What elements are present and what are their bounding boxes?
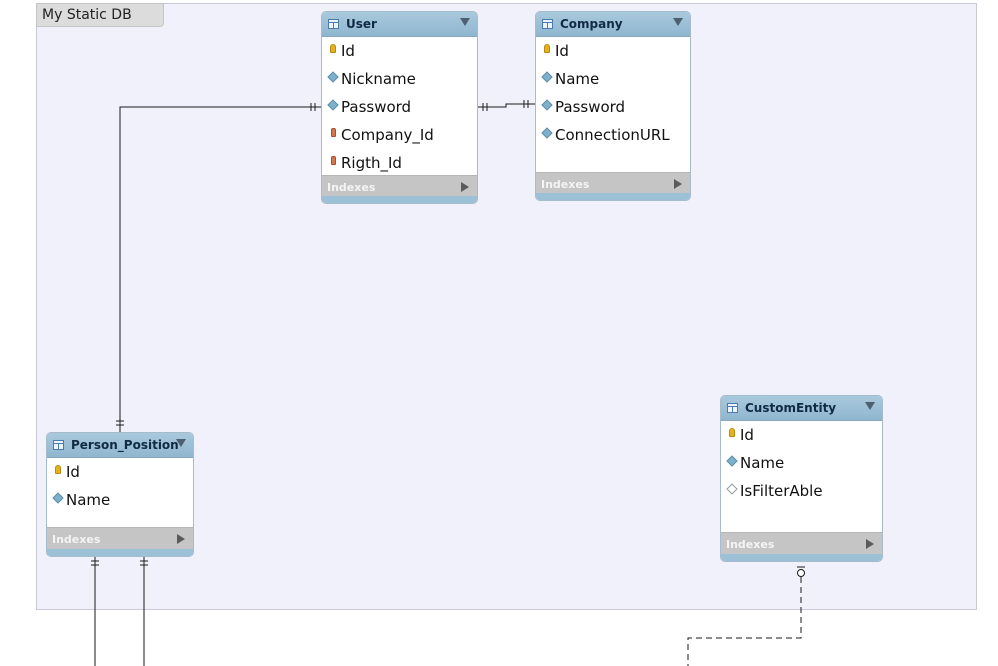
column-label: Id: [555, 42, 569, 60]
column-id[interactable]: Id: [47, 458, 193, 486]
table-icon: [542, 19, 553, 29]
collapse-triangle-icon[interactable]: [673, 18, 683, 26]
primary-key-icon: [724, 427, 740, 440]
indexes-label: Indexes: [726, 537, 775, 551]
indexes-bar[interactable]: Indexes: [47, 527, 193, 550]
column-diamond-icon: [539, 71, 555, 83]
expand-triangle-icon[interactable]: [461, 182, 469, 192]
indexes-label: Indexes: [327, 180, 376, 194]
table-header[interactable]: User: [322, 12, 477, 37]
column-label: Password: [555, 98, 626, 116]
column-is-filter-able[interactable]: IsFilterAble: [721, 477, 882, 505]
table-name: CustomEntity: [745, 401, 837, 415]
indexes-bar[interactable]: Indexes: [721, 532, 882, 555]
relation-person-position-down-1[interactable]: [91, 556, 99, 666]
table-icon: [727, 403, 738, 413]
column-label: Name: [740, 454, 785, 472]
collapse-triangle-icon[interactable]: [176, 439, 186, 447]
column-label: Id: [66, 463, 80, 481]
column-diamond-icon: [539, 99, 555, 111]
column-label: Name: [555, 70, 600, 88]
nullable-column-diamond-icon: [724, 483, 740, 495]
column-label: Nickname: [341, 70, 416, 88]
diagram-canvas: My Static DB User Id Nickname Password C…: [0, 0, 998, 666]
column-list: Id Name: [47, 458, 193, 514]
table-header[interactable]: Person_Position: [47, 433, 193, 458]
relation-user-company[interactable]: [478, 100, 535, 111]
indexes-bar[interactable]: Indexes: [536, 172, 690, 195]
table-footer: [721, 554, 882, 561]
column-connection-url[interactable]: ConnectionURL: [536, 121, 690, 149]
relation-user-person-position[interactable]: [116, 103, 321, 432]
column-id[interactable]: Id: [721, 421, 882, 449]
indexes-label: Indexes: [52, 532, 101, 546]
relation-person-position-down-2[interactable]: [140, 556, 148, 666]
table-footer: [536, 193, 690, 200]
column-label: IsFilterAble: [740, 482, 823, 500]
column-list: Id Name IsFilterAble: [721, 421, 882, 505]
expand-triangle-icon[interactable]: [674, 179, 682, 189]
collapse-triangle-icon[interactable]: [865, 402, 875, 410]
table-name: Person_Position: [71, 438, 179, 452]
primary-key-icon: [50, 464, 66, 477]
column-label: ConnectionURL: [555, 126, 670, 144]
table-header[interactable]: CustomEntity: [721, 396, 882, 421]
table-custom-entity[interactable]: CustomEntity Id Name IsFilterAble Indexe…: [720, 395, 883, 562]
table-footer: [322, 196, 477, 203]
table-user[interactable]: User Id Nickname Password Company_Id Rig…: [321, 11, 478, 204]
foreign-key-icon: [325, 155, 341, 168]
column-diamond-icon: [539, 127, 555, 139]
column-label: Id: [740, 426, 754, 444]
table-icon: [53, 440, 64, 450]
column-id[interactable]: Id: [322, 37, 477, 65]
column-label: Password: [341, 98, 412, 116]
primary-key-icon: [325, 43, 341, 56]
column-diamond-icon: [325, 99, 341, 111]
table-name: User: [346, 17, 377, 31]
expand-triangle-icon[interactable]: [866, 539, 874, 549]
column-label: Name: [66, 491, 111, 509]
table-icon: [328, 19, 339, 29]
expand-triangle-icon[interactable]: [177, 534, 185, 544]
column-password[interactable]: Password: [536, 93, 690, 121]
column-company-id[interactable]: Company_Id: [322, 121, 477, 149]
column-name[interactable]: Name: [536, 65, 690, 93]
indexes-bar[interactable]: Indexes: [322, 175, 477, 198]
table-person-position[interactable]: Person_Position Id Name Indexes: [46, 432, 194, 557]
table-header[interactable]: Company: [536, 12, 690, 37]
column-label: Rigth_Id: [341, 154, 402, 172]
column-diamond-icon: [50, 492, 66, 504]
column-name[interactable]: Name: [47, 486, 193, 514]
column-id[interactable]: Id: [536, 37, 690, 65]
collapse-triangle-icon[interactable]: [460, 18, 470, 26]
relation-custom-entity-down[interactable]: [687, 566, 805, 666]
table-footer: [47, 549, 193, 556]
column-nickname[interactable]: Nickname: [322, 65, 477, 93]
column-password[interactable]: Password: [322, 93, 477, 121]
column-label: Id: [341, 42, 355, 60]
table-company[interactable]: Company Id Name Password ConnectionURL I…: [535, 11, 691, 201]
indexes-label: Indexes: [541, 177, 590, 191]
column-list: Id Name Password ConnectionURL: [536, 37, 690, 149]
primary-key-icon: [539, 43, 555, 56]
column-label: Company_Id: [341, 126, 434, 144]
foreign-key-icon: [325, 127, 341, 140]
column-rigth-id[interactable]: Rigth_Id: [322, 149, 477, 177]
relationship-lines: [91, 100, 805, 666]
table-name: Company: [560, 17, 623, 31]
column-name[interactable]: Name: [721, 449, 882, 477]
column-list: Id Nickname Password Company_Id Rigth_Id: [322, 37, 477, 177]
column-diamond-icon: [724, 455, 740, 467]
column-diamond-icon: [325, 71, 341, 83]
